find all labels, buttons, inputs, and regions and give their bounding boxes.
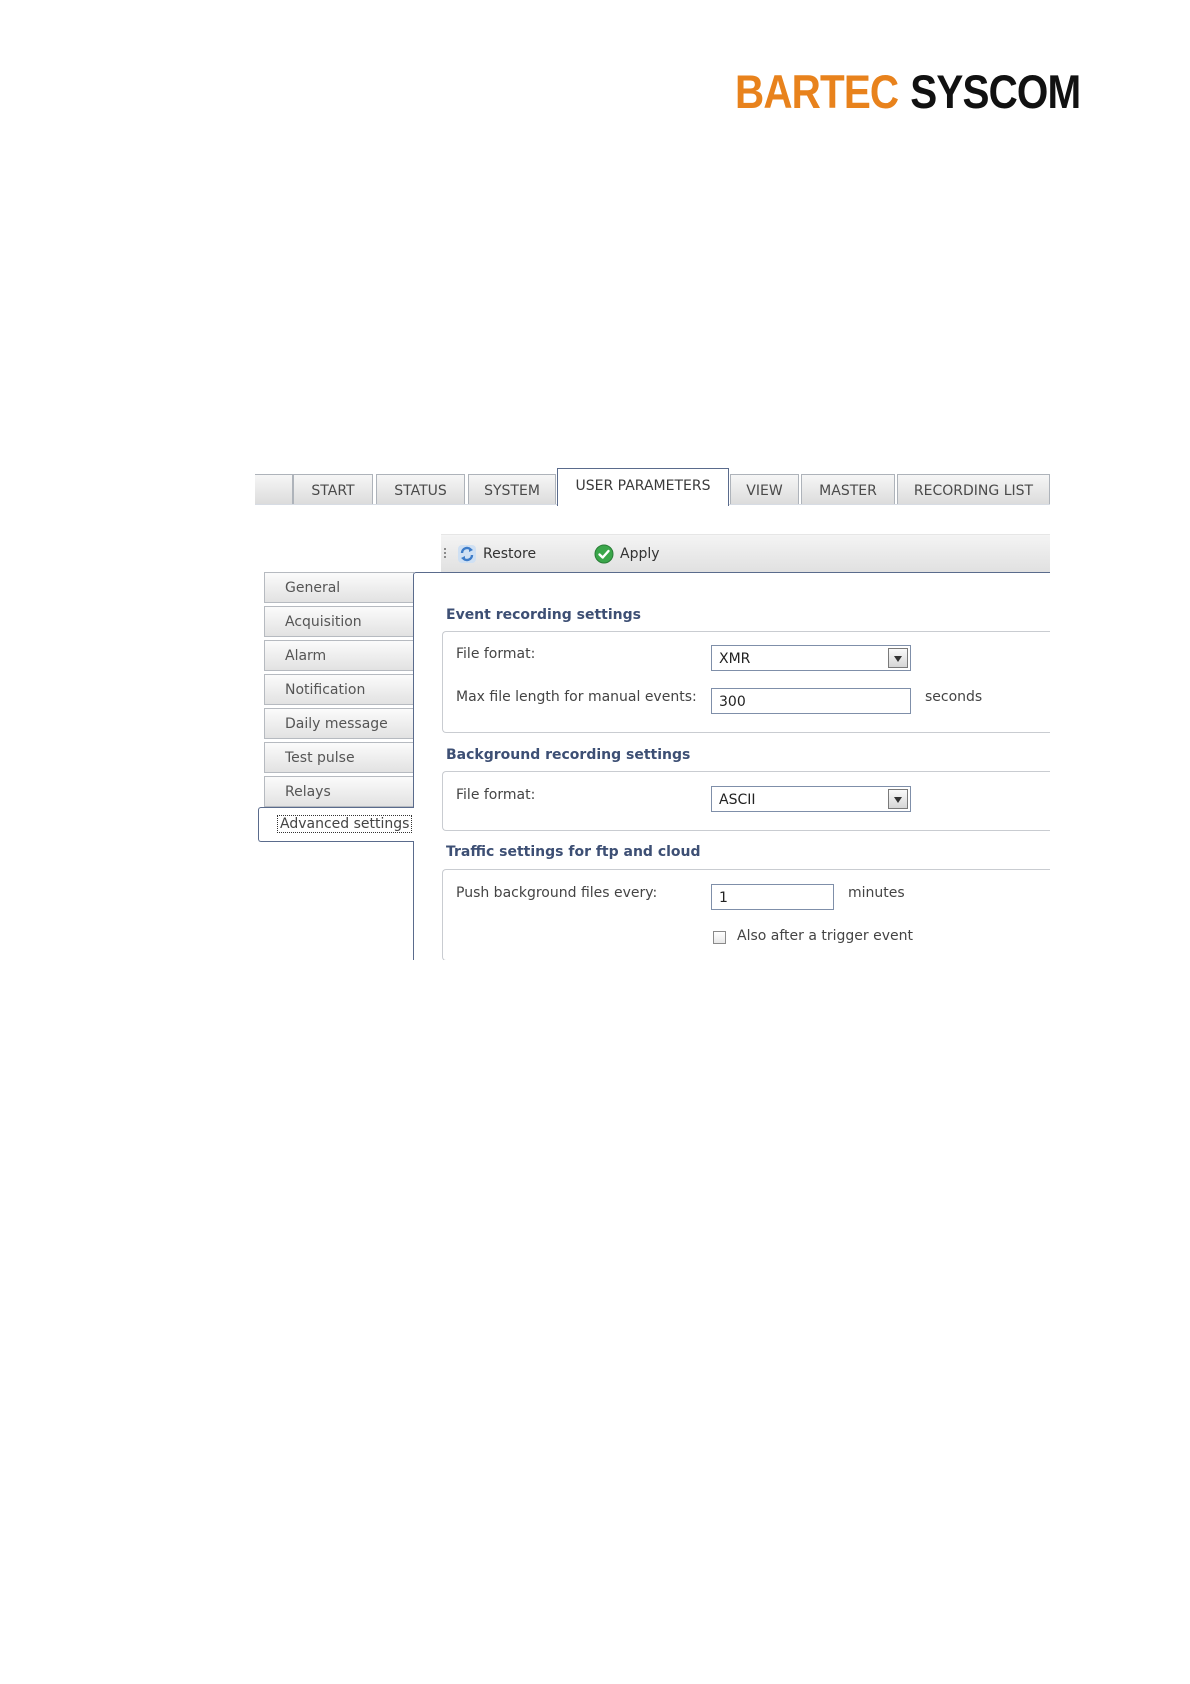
toolbar-grip[interactable] bbox=[444, 548, 446, 560]
tab-start[interactable]: START bbox=[293, 474, 373, 504]
tab-user-parameters[interactable]: USER PARAMETERS bbox=[557, 468, 729, 506]
max-file-length-input[interactable]: 300 bbox=[711, 688, 911, 714]
bartec-syscom-logo: BARTEC SYSCOM bbox=[735, 64, 1081, 120]
background-file-format-label: File format: bbox=[456, 787, 536, 803]
logo-word-bartec: BARTEC bbox=[735, 65, 899, 118]
settings-panel: Event recording settings File format: XM… bbox=[413, 572, 1050, 960]
check-icon bbox=[594, 544, 614, 564]
sidebar-item-alarm[interactable]: Alarm bbox=[264, 640, 414, 671]
tab-recording-list[interactable]: RECORDING LIST bbox=[897, 474, 1050, 504]
sidebar-item-test-pulse[interactable]: Test pulse bbox=[264, 742, 414, 773]
chevron-down-icon[interactable] bbox=[888, 648, 908, 668]
apply-label: Apply bbox=[620, 546, 660, 562]
refresh-icon bbox=[458, 545, 476, 563]
main-tab-bar: START STATUS SYSTEM USER PARAMETERS VIEW… bbox=[255, 466, 1050, 506]
traffic-settings-title: Traffic settings for ftp and cloud bbox=[446, 844, 701, 860]
background-file-format-value: ASCII bbox=[719, 792, 756, 808]
logo-word-syscom: SYSCOM bbox=[910, 65, 1081, 118]
sidebar-item-general[interactable]: General bbox=[264, 572, 414, 603]
sidebar-item-notification[interactable]: Notification bbox=[264, 674, 414, 705]
background-file-format-select[interactable]: ASCII bbox=[711, 786, 911, 812]
sidebar-item-relays[interactable]: Relays bbox=[264, 776, 414, 807]
sidebar-item-acquisition[interactable]: Acquisition bbox=[264, 606, 414, 637]
event-recording-title: Event recording settings bbox=[446, 607, 641, 623]
sidebar-item-daily-message[interactable]: Daily message bbox=[264, 708, 414, 739]
event-file-format-select[interactable]: XMR bbox=[711, 645, 911, 671]
trigger-event-label[interactable]: Also after a trigger event bbox=[737, 928, 913, 944]
tab-view[interactable]: VIEW bbox=[730, 474, 799, 504]
sidebar-item-advanced-settings[interactable]: Advanced settings bbox=[258, 807, 414, 842]
push-interval-unit: minutes bbox=[848, 885, 905, 901]
apply-button[interactable]: Apply bbox=[594, 543, 660, 565]
tab-status[interactable]: STATUS bbox=[376, 474, 465, 504]
background-recording-title: Background recording settings bbox=[446, 747, 691, 763]
event-file-format-value: XMR bbox=[719, 651, 751, 667]
event-file-format-label: File format: bbox=[456, 646, 536, 662]
max-file-length-label: Max file length for manual events: bbox=[456, 689, 697, 705]
tab-master[interactable]: MASTER bbox=[801, 474, 895, 504]
chevron-down-icon[interactable] bbox=[888, 789, 908, 809]
sidebar-item-label: Advanced settings bbox=[277, 815, 413, 833]
traffic-settings-group: Push background files every: 1 minutes A… bbox=[442, 869, 1050, 960]
restore-button[interactable]: Restore bbox=[457, 543, 536, 565]
max-file-length-unit: seconds bbox=[925, 689, 983, 705]
background-recording-group: File format: ASCII bbox=[442, 771, 1050, 831]
user-parameters-screenshot: START STATUS SYSTEM USER PARAMETERS VIEW… bbox=[255, 466, 1050, 960]
trigger-event-checkbox[interactable] bbox=[713, 931, 726, 944]
push-files-label: Push background files every: bbox=[456, 885, 658, 901]
event-recording-group: File format: XMR Max file length for man… bbox=[442, 631, 1050, 733]
tab-system[interactable]: SYSTEM bbox=[468, 474, 556, 504]
toolbar: Restore Apply bbox=[441, 534, 1050, 574]
restore-label: Restore bbox=[483, 546, 537, 562]
tab-stub bbox=[255, 474, 293, 504]
push-interval-input[interactable]: 1 bbox=[711, 884, 834, 910]
